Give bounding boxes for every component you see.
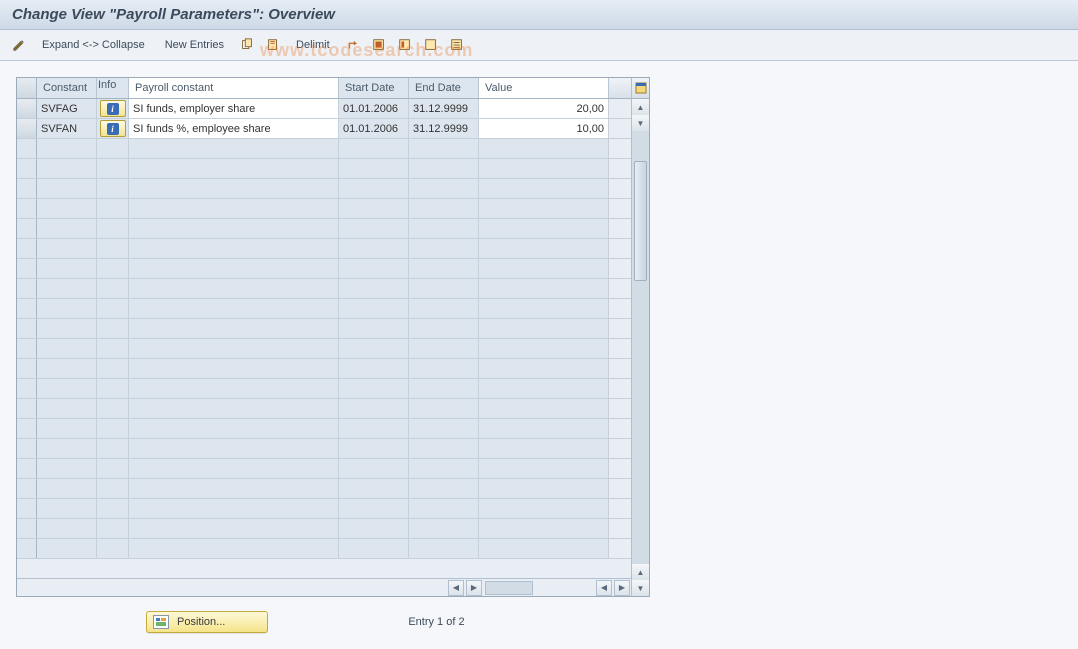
col-end-date[interactable]: End Date: [409, 78, 479, 98]
select-all-icon[interactable]: [368, 34, 390, 56]
scroll-right-icon[interactable]: ▶: [614, 580, 630, 596]
delimit-button[interactable]: Delimit: [288, 36, 338, 54]
copy-icon[interactable]: [236, 34, 258, 56]
table-row-empty[interactable]: [17, 459, 631, 479]
cell-constant[interactable]: SVFAN: [37, 119, 97, 138]
scroll-down-icon[interactable]: ▼: [632, 115, 649, 131]
cell-end-date[interactable]: 31.12.9999: [409, 99, 479, 118]
position-icon: [153, 615, 169, 629]
toolbar: Expand <-> Collapse New Entries Delimit: [0, 30, 1078, 61]
table-row-empty[interactable]: [17, 279, 631, 299]
table-row-empty[interactable]: [17, 299, 631, 319]
table-row-empty[interactable]: [17, 259, 631, 279]
cell-value[interactable]: 10,00: [479, 119, 609, 138]
title-bar: Change View "Payroll Parameters": Overvi…: [0, 0, 1078, 30]
table-row-empty[interactable]: [17, 539, 631, 559]
h-scroll-track[interactable]: [485, 581, 533, 595]
table-row-empty[interactable]: [17, 379, 631, 399]
table-row-empty[interactable]: [17, 139, 631, 159]
page-title: Change View "Payroll Parameters": Overvi…: [12, 6, 1066, 23]
v-scroll-thumb[interactable]: [634, 161, 647, 281]
undo-icon[interactable]: [342, 34, 364, 56]
col-info[interactable]: Info: [97, 78, 129, 98]
cell-payroll-constant[interactable]: SI funds %, employee share: [129, 119, 339, 138]
table-row[interactable]: SVFAG i SI funds, employer share 01.01.2…: [17, 99, 631, 119]
table-row-empty[interactable]: [17, 179, 631, 199]
info-button[interactable]: i: [100, 120, 126, 137]
scroll-right-icon[interactable]: ▶: [466, 580, 482, 596]
v-scrollbar: ▲ ▼ ▲ ▼: [631, 78, 649, 596]
scroll-left-icon[interactable]: ◀: [596, 580, 612, 596]
col-value[interactable]: Value: [479, 78, 609, 98]
table-row[interactable]: SVFAN i SI funds %, employee share 01.01…: [17, 119, 631, 139]
grid-header-row: Constant Info Payroll constant Start Dat…: [17, 78, 631, 99]
delete-icon[interactable]: [262, 34, 284, 56]
toggle-change-icon[interactable]: [8, 34, 30, 56]
position-button[interactable]: Position...: [146, 611, 268, 633]
row-selector[interactable]: [17, 119, 37, 138]
select-block-icon[interactable]: [394, 34, 416, 56]
table-row-empty[interactable]: [17, 219, 631, 239]
table-row-empty[interactable]: [17, 479, 631, 499]
table-row-empty[interactable]: [17, 319, 631, 339]
cell-info: i: [97, 119, 129, 138]
table-row-empty[interactable]: [17, 419, 631, 439]
scroll-down-icon[interactable]: ▼: [632, 580, 649, 596]
cell-payroll-constant[interactable]: SI funds, employer share: [129, 99, 339, 118]
table-row-empty[interactable]: [17, 339, 631, 359]
table-row-empty[interactable]: [17, 359, 631, 379]
position-label: Position...: [177, 616, 225, 628]
expand-collapse-button[interactable]: Expand <-> Collapse: [34, 36, 153, 54]
table-row-empty[interactable]: [17, 439, 631, 459]
table-row-empty[interactable]: [17, 519, 631, 539]
cell-start-date[interactable]: 01.01.2006: [339, 99, 409, 118]
col-constant[interactable]: Constant: [37, 78, 97, 98]
footer: Position... Entry 1 of 2: [16, 611, 1062, 633]
config-icon[interactable]: [446, 34, 468, 56]
col-start-date[interactable]: Start Date: [339, 78, 409, 98]
cell-end-date[interactable]: 31.12.9999: [409, 119, 479, 138]
cell-constant[interactable]: SVFAG: [37, 99, 97, 118]
grid: Constant Info Payroll constant Start Dat…: [17, 78, 631, 596]
table-wrapper: Constant Info Payroll constant Start Dat…: [16, 77, 650, 597]
cell-info: i: [97, 99, 129, 118]
row-selector[interactable]: [17, 99, 37, 118]
col-payroll-constant[interactable]: Payroll constant: [129, 78, 339, 98]
h-scrollbar: ◀ ▶ ◀ ▶: [17, 578, 631, 596]
cell-value[interactable]: 20,00: [479, 99, 609, 118]
v-scroll-track[interactable]: [632, 131, 649, 564]
header-row-selector[interactable]: [17, 78, 37, 98]
scroll-left-icon[interactable]: ◀: [448, 580, 464, 596]
table-row-empty[interactable]: [17, 499, 631, 519]
table-row-empty[interactable]: [17, 199, 631, 219]
scroll-up-icon[interactable]: ▲: [632, 564, 649, 580]
table-row-empty[interactable]: [17, 159, 631, 179]
info-icon: i: [107, 103, 119, 115]
info-button[interactable]: i: [100, 100, 126, 117]
cell-start-date[interactable]: 01.01.2006: [339, 119, 409, 138]
content-area: Constant Info Payroll constant Start Dat…: [0, 61, 1078, 649]
entry-count: Entry 1 of 2: [408, 616, 464, 628]
table-row-empty[interactable]: [17, 399, 631, 419]
scroll-up-icon[interactable]: ▲: [632, 99, 649, 115]
info-icon: i: [107, 123, 119, 135]
table-row-empty[interactable]: [17, 239, 631, 259]
grid-body: SVFAG i SI funds, employer share 01.01.2…: [17, 99, 631, 564]
table-settings-icon[interactable]: [632, 78, 649, 99]
deselect-all-icon[interactable]: [420, 34, 442, 56]
new-entries-button[interactable]: New Entries: [157, 36, 232, 54]
